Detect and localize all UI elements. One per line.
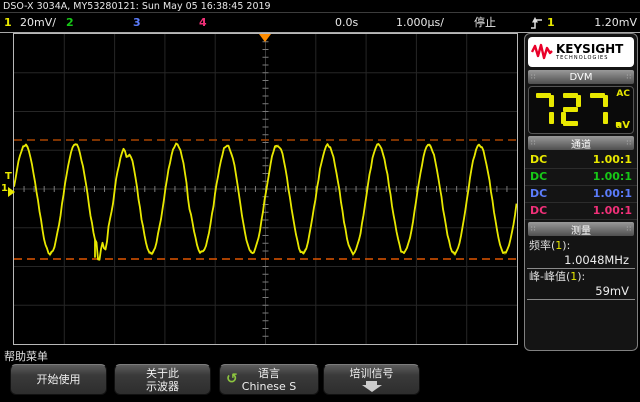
measurement-label-frequency: 频率(1): [529, 239, 571, 252]
channel-1-button[interactable]: 1 [4, 13, 12, 32]
keysight-logo: KEYSIGHT TECHNOLOGIES [528, 37, 634, 67]
softkey-training-signals[interactable]: 培训信号 [323, 364, 420, 395]
probe-ratio: 1.00:1 [592, 187, 632, 200]
trigger-source-indicator: 1 [547, 16, 555, 29]
channel-row-1[interactable]: DC 1.00:1 [525, 152, 637, 169]
softkey-about-oscilloscope[interactable]: 关于此 示波器 [114, 364, 211, 395]
right-panel: KEYSIGHT TECHNOLOGIES ∷ DVM ∷ AC uV ∷ 通道… [524, 33, 638, 351]
measurement-value-pkpk: 59mV [527, 284, 635, 300]
trigger-level-marker[interactable]: T [5, 171, 12, 182]
device-title: DSO-X 3034A, MY53280121: Sun May 05 16:3… [3, 1, 271, 12]
help-menu-label: 帮助菜单 [4, 350, 48, 363]
measurement-value-frequency: 1.0048MHz [527, 253, 635, 269]
grip-icon: ∷ [626, 225, 631, 233]
dvm-seven-segment [536, 93, 620, 126]
trigger-level-readout: 1.20mV [594, 16, 637, 29]
softkey-get-started[interactable]: 开始使用 [10, 364, 107, 395]
softkey-language[interactable]: ↺ 语言 Chinese S [219, 364, 319, 395]
title-bar: DSO-X 3034A, MY53280121: Sun May 05 16:3… [0, 0, 640, 13]
channel-row-3[interactable]: DC 1.00:1 [525, 186, 637, 203]
dvm-display: AC uV [528, 86, 634, 134]
grip-icon: ∷ [626, 73, 631, 81]
waveform-canvas [13, 34, 518, 344]
trigger-position-marker[interactable] [259, 34, 271, 42]
coupling-label: DC [530, 170, 548, 183]
channels-header[interactable]: ∷ 通道 ∷ [528, 136, 634, 151]
coupling-label: DC [530, 204, 548, 217]
time-offset-readout: 0.0s [335, 16, 359, 29]
channel-3-button[interactable]: 3 [133, 13, 141, 32]
probe-ratio: 1.00:1 [592, 204, 632, 217]
probe-ratio: 1.00:1 [592, 170, 632, 183]
run-state-indicator: 停止 [474, 16, 496, 29]
channel-row-4[interactable]: DC 1.00:1 [525, 203, 637, 220]
dvm-header[interactable]: ∷ DVM ∷ [528, 70, 634, 84]
channel-row-2[interactable]: DC 1.00:1 [525, 169, 637, 186]
cycle-icon: ↺ [226, 371, 238, 387]
coupling-label: DC [530, 187, 548, 200]
channel-4-button[interactable]: 4 [199, 13, 207, 32]
down-arrow-icon [361, 381, 382, 392]
dvm-unit: uV [615, 120, 630, 131]
graticule [13, 33, 518, 345]
dvm-mode: AC [616, 89, 630, 99]
channel-1-scale[interactable]: 20mV/ [20, 13, 56, 32]
measurement-label-pkpk: 峰-峰值(1): [529, 270, 586, 283]
channel-2-button[interactable]: 2 [66, 13, 74, 32]
oscilloscope-screen: DSO-X 3034A, MY53280121: Sun May 05 16:3… [0, 0, 640, 402]
status-toolbar: 1 20mV/ 2 3 4 0.0s 1.000µs/ 停止 1 1.20mV [0, 13, 640, 33]
measurements-header[interactable]: ∷ 测量 ∷ [528, 222, 634, 237]
keysight-logo-icon [531, 43, 553, 60]
coupling-label: DC [530, 153, 548, 166]
timebase-readout: 1.000µs/ [396, 16, 444, 29]
probe-ratio: 1.00:1 [592, 153, 632, 166]
edge-trigger-icon [531, 17, 542, 29]
grip-icon: ∷ [626, 139, 631, 147]
channel-1-ground-marker[interactable]: 1 [1, 183, 8, 194]
ground-arrow-icon [8, 187, 15, 197]
brand-name: KEYSIGHT [556, 42, 624, 56]
